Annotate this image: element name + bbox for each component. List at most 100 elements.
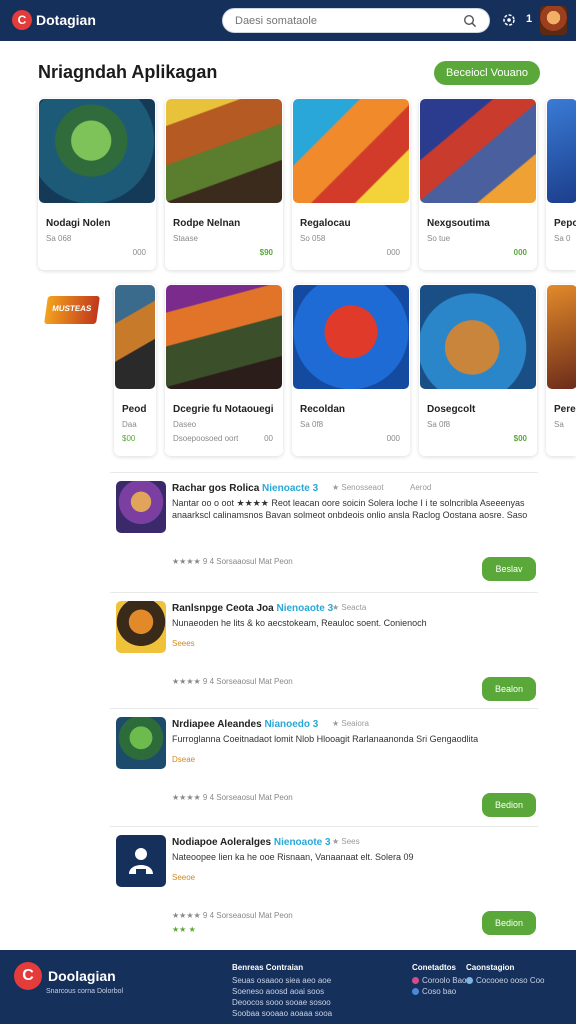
user-avatar[interactable] — [540, 6, 567, 35]
app-meta: Sa 0f8 — [427, 420, 451, 429]
list-item[interactable]: Nrdiapee Aleandes Nianoedo 3 ★ Seaiora F… — [110, 708, 538, 824]
app-thumbnail — [166, 99, 282, 203]
app-card[interactable]: Regalocau So 058 000 — [292, 98, 410, 270]
app-card[interactable]: Pere Sa — [546, 284, 576, 456]
footer-line[interactable]: Soeneso aoosd aoai soos — [232, 986, 332, 997]
notification-count[interactable]: 1 — [526, 13, 532, 25]
list-item-action-button[interactable]: Bedion — [482, 911, 536, 935]
app-thumbnail — [166, 285, 282, 389]
footer-line[interactable]: Seuas osaaoo siea aeo aoe — [232, 975, 332, 986]
app-meta: Sa 068 — [46, 234, 72, 243]
app-name: Peod — [122, 404, 147, 415]
app-price: $00 — [122, 434, 136, 443]
app-name: Rodpe Nelnan — [173, 218, 241, 229]
list-item-meta: ★ Sees — [332, 837, 360, 846]
app-thumbnail — [39, 99, 155, 203]
app-card[interactable]: Pepo Sa 0 — [546, 98, 576, 270]
instagram-icon — [412, 977, 419, 984]
brand[interactable]: C Dotagian — [12, 10, 96, 30]
list-item-tag: Nienoacte 3 — [262, 483, 319, 494]
list-item[interactable]: Rachar gos Rolica Nienoacte 3 ★ Senossea… — [110, 472, 538, 588]
footer-heading: Benreas Contraian — [232, 963, 304, 972]
app-meta: Staase — [173, 234, 198, 243]
list-item[interactable]: Nodiapoe Aoleralges Nienoaote 3 ★ Sees N… — [110, 826, 538, 942]
footer-logo-icon: C — [14, 962, 42, 990]
list-item-title: Rachar gos Rolica Nienoacte 3 — [172, 483, 319, 494]
app-logo-icon: C — [12, 10, 32, 30]
app-meta: So tue — [427, 234, 451, 243]
list-item-note: Dseae — [172, 755, 196, 764]
list-item-action-button[interactable]: Bealon — [482, 677, 536, 701]
app-meta: So 058 — [300, 234, 326, 243]
list-item-title: Nodiapoe Aoleralges Nienoaote 3 — [172, 837, 331, 848]
app-thumbnail — [420, 99, 536, 203]
brand-name: Dotagian — [36, 12, 96, 28]
app-card[interactable]: Dosegcolt Sa 0f8 $00 — [419, 284, 537, 456]
footer-brand[interactable]: C Doolagian — [14, 962, 116, 990]
list-item-note: Seees — [172, 639, 195, 648]
footer-heading: Caonstagion — [466, 963, 515, 972]
search-icon[interactable] — [463, 14, 477, 28]
list-item-rating: ★★★★ 9 4 Sorseaosul Mat Peon — [172, 911, 293, 920]
list-item-note: Seeoe — [172, 873, 196, 882]
search-bar[interactable] — [222, 8, 490, 33]
list-item[interactable]: Ranlsnpge Ceota Joa Nienoaote 3 ★ Seacta… — [110, 592, 538, 708]
list-item-action-button[interactable]: Bedion — [482, 793, 536, 817]
app-meta: Sa 0 — [554, 234, 571, 243]
app-name: Pepo — [554, 218, 576, 229]
app-card[interactable]: Recoldan Sa 0f8 000 — [292, 284, 410, 456]
footer-social-link[interactable]: Coso bao — [412, 986, 471, 997]
footer-line[interactable]: Deoocos sooo sooae sosoo — [232, 997, 332, 1008]
list-item-rating: ★★★★ 9 4 Sorseaosul Mat Peon — [172, 677, 293, 686]
app-name: Pere — [554, 404, 576, 415]
app-name: Regalocau — [300, 218, 351, 229]
settings-gear-icon[interactable] — [500, 11, 518, 29]
list-item-meta: ★ Seaiora — [332, 719, 369, 728]
list-item-rating: ★★★★ 9 4 Sorseaosul Mat Peon — [172, 793, 293, 802]
app-thumbnail — [547, 285, 576, 389]
section-cta-button[interactable]: Beceiocl Vouano — [434, 61, 540, 85]
footer-brand-name: Doolagian — [48, 968, 116, 984]
app-thumbnail — [547, 99, 576, 203]
list-item-action-button[interactable]: Beslav — [482, 557, 536, 581]
app-meta: Daa — [122, 420, 137, 429]
app-card[interactable]: Rodpe Nelnan Staase $90 — [165, 98, 283, 270]
footer-column-social: Caonstagion Cocooeo ooso Coo — [466, 962, 545, 986]
globe-icon — [412, 988, 419, 995]
list-item-meta: ★ Senosseaot — [332, 483, 384, 492]
app-meta-secondary: Dsoepoosoed oort — [173, 434, 239, 443]
character-silhouette-icon — [129, 848, 153, 874]
app-price: 000 — [132, 248, 146, 257]
list-item-tag: Nianoedo 3 — [264, 719, 319, 730]
app-thumbnail — [293, 99, 409, 203]
app-thumbnail — [420, 285, 536, 389]
app-thumbnail — [115, 285, 155, 389]
list-item-title: Ranlsnpge Ceota Joa Nienoaote 3 — [172, 603, 334, 614]
app-name: Dcegrie fu Notaouegi — [173, 404, 274, 415]
footer-social-link[interactable]: Cocooeo ooso Coo — [466, 975, 545, 986]
search-input[interactable] — [235, 13, 455, 29]
footer: C Doolagian Snarcous corna Dolorbol Benr… — [0, 950, 576, 1024]
app-card[interactable]: Nexgsoutima So tue 000 — [419, 98, 537, 270]
footer-social-link[interactable]: Coroolo Baoo — [412, 975, 471, 986]
app-name: Dosegcolt — [427, 404, 476, 415]
app-price: 000 — [386, 248, 400, 257]
app-thumbnail — [293, 285, 409, 389]
list-item-tag: Nienoaote 3 — [273, 837, 331, 848]
footer-column-info: Benreas Contraian Seuas osaaoo siea aeo … — [232, 962, 332, 1019]
app-card[interactable]: Nodagi Nolen Sa 068 000 — [38, 98, 156, 270]
list-item-rating: ★★★★ 9 4 Sorsaaosul Mat Peon — [172, 557, 293, 566]
featured-game-logo[interactable]: MUSTEAS — [44, 296, 100, 324]
app-price: $00 — [513, 434, 527, 443]
app-card[interactable]: Peod Daa $00 — [114, 284, 156, 456]
chat-icon — [466, 977, 473, 984]
app-price: 000 — [513, 248, 527, 257]
list-item-title: Nrdiapee Aleandes Nianoedo 3 — [172, 719, 319, 730]
list-item-description: Nantar oo o oot ★★★★ Reot leacan oore so… — [172, 498, 528, 520]
list-item-tag: Nienoaote 3 — [276, 603, 334, 614]
app-meta: Sa — [554, 420, 564, 429]
list-item-description: Furroglanna Coeitnadaot lomit Nlob Hlooa… — [172, 734, 479, 744]
footer-line[interactable]: Soobaa sooaao aoaaa sooa — [232, 1008, 332, 1019]
app-meta: Sa 0f8 — [300, 420, 324, 429]
app-card[interactable]: Dcegrie fu Notaouegi Daseo Dsoepoosoed o… — [165, 284, 283, 456]
